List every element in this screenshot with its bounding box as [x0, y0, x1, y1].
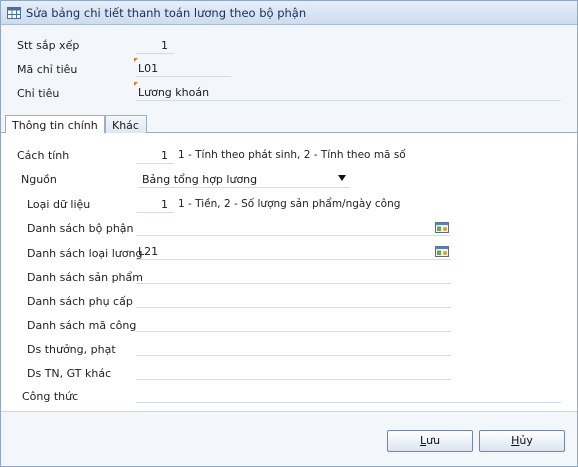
ds-loai-luong-label: Danh sách loại lương — [27, 247, 143, 260]
cach-tinh-field[interactable]: 1 — [136, 147, 174, 164]
table-icon — [7, 7, 21, 19]
tab-strip: Thông tin chính Khác — [1, 113, 577, 135]
ds-thuong-phat-field[interactable] — [136, 339, 451, 356]
ma-chi-tieu-label: Mã chỉ tiêu — [17, 63, 78, 76]
tab-panel-main: Cách tính 1 1 - Tính theo phát sinh, 2 -… — [1, 133, 577, 411]
ds-phu-cap-label: Danh sách phụ cấp — [27, 295, 133, 308]
loai-du-lieu-field[interactable]: 1 — [136, 196, 174, 213]
ds-ma-cong-label: Danh sách mã công — [27, 319, 137, 332]
stt-label: Stt sắp xếp — [17, 39, 80, 52]
cach-tinh-label: Cách tính — [17, 149, 70, 162]
ds-bo-phan-field[interactable] — [136, 219, 451, 236]
ds-tn-gt-label: Ds TN, GT khác — [27, 367, 112, 380]
button-bar: Lưu Hủy — [1, 411, 577, 466]
tab-thong-tin-chinh[interactable]: Thông tin chính — [5, 115, 105, 135]
cancel-button[interactable]: Hủy — [479, 430, 565, 452]
chi-tieu-field[interactable]: Lương khoán — [134, 82, 561, 101]
save-label-rest: ưu — [426, 434, 441, 447]
ds-thuong-phat-label: Ds thưởng, phạt — [27, 343, 116, 356]
dialog-window: Sửa bảng chi tiết thanh toán lương theo … — [0, 0, 578, 467]
cong-thuc-label: Công thức — [22, 390, 79, 403]
title-bar: Sửa bảng chi tiết thanh toán lương theo … — [1, 1, 577, 25]
ds-san-pham-field[interactable] — [136, 267, 451, 284]
loai-du-lieu-label: Loại dữ liệu — [27, 198, 91, 211]
ma-chi-tieu-field[interactable]: L01 — [134, 58, 231, 77]
nguon-label: Nguồn — [21, 173, 57, 186]
ds-bo-phan-label: Danh sách bộ phận — [27, 222, 134, 235]
ds-ma-cong-field[interactable] — [136, 315, 451, 332]
stt-field[interactable]: 1 — [136, 37, 174, 54]
window-title: Sửa bảng chi tiết thanh toán lương theo … — [26, 6, 307, 20]
ds-san-pham-label: Danh sách sản phẩm — [27, 271, 143, 284]
cancel-label-rest: ủy — [519, 434, 533, 447]
nguon-selected-value: Bảng tổng hợp lương — [142, 173, 258, 186]
tab-khac[interactable]: Khác — [105, 115, 147, 134]
lookup-list-icon[interactable] — [435, 222, 449, 233]
ds-phu-cap-field[interactable] — [136, 291, 451, 308]
ds-loai-luong-field[interactable]: L21 — [136, 243, 451, 260]
lookup-list-icon[interactable] — [435, 246, 449, 257]
save-button[interactable]: Lưu — [387, 430, 473, 452]
chi-tieu-label: Chỉ tiêu — [17, 87, 60, 100]
cong-thuc-field[interactable] — [136, 386, 561, 403]
loai-du-lieu-hint: 1 - Tiền, 2 - Số lượng sản phẩm/ngày côn… — [178, 198, 401, 210]
cach-tinh-hint: 1 - Tính theo phát sinh, 2 - Tính theo m… — [178, 149, 406, 161]
dropdown-arrow-icon[interactable] — [338, 175, 346, 181]
nguon-dropdown[interactable]: Bảng tổng hợp lương — [138, 170, 350, 188]
ds-tn-gt-field[interactable] — [136, 363, 451, 380]
